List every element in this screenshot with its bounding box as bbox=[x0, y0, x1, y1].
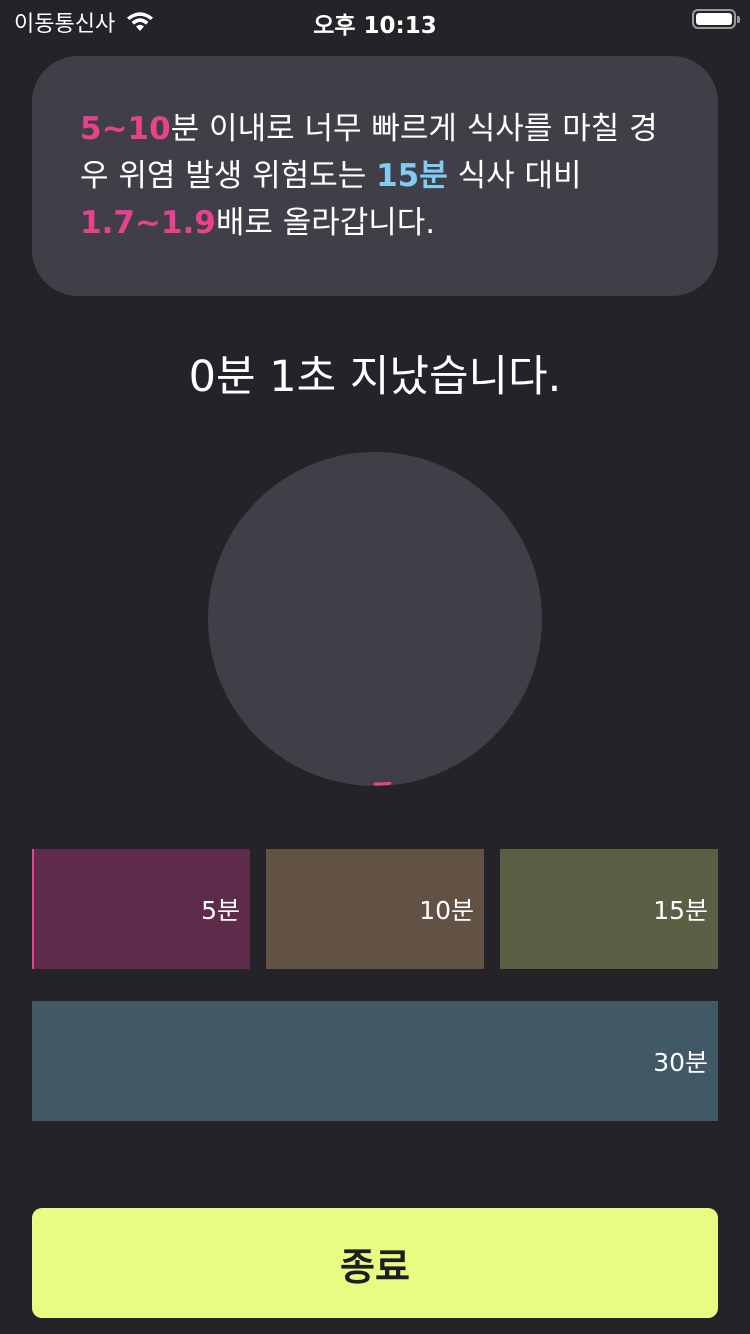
preset-5min-label: 5분 bbox=[201, 896, 240, 925]
info-text: 5~10분 이내로 너무 빠르게 식사를 마칠 경우 위염 발생 위험도는 15… bbox=[80, 106, 678, 247]
preset-5min-button[interactable]: 5분 bbox=[32, 849, 250, 969]
info-text-part2: 식사 대비 bbox=[447, 158, 582, 194]
end-button[interactable]: 종료 bbox=[32, 1208, 718, 1318]
preset-15min-button[interactable]: 15분 bbox=[500, 849, 718, 969]
timer-screen: 이동통신사 오후 10:13 5~10분 이내로 너무 빠르게 식사를 마칠 경… bbox=[0, 0, 750, 1334]
preset-30min-label: 30분 bbox=[653, 1048, 708, 1077]
info-highlight-minutes: 5~10 bbox=[80, 111, 171, 147]
timer-circle bbox=[208, 452, 542, 786]
timer-progress-arc bbox=[373, 781, 392, 786]
preset-10min-label: 10분 bbox=[419, 896, 474, 925]
timer-progress-ring bbox=[373, 781, 392, 786]
info-highlight-ratio: 1.7~1.9 bbox=[80, 205, 216, 241]
info-text-part3: 배로 올라갑니다. bbox=[215, 205, 436, 241]
preset-10min-button[interactable]: 10분 bbox=[266, 849, 484, 969]
battery-icon bbox=[692, 9, 740, 29]
preset-15min-label: 15분 bbox=[653, 896, 708, 925]
status-bar: 이동통신사 오후 10:13 bbox=[0, 0, 750, 40]
status-time: 오후 10:13 bbox=[313, 13, 437, 39]
elapsed-time-label: 0분 1초 지났습니다. bbox=[188, 352, 562, 402]
info-card: 5~10분 이내로 너무 빠르게 식사를 마칠 경우 위염 발생 위험도는 15… bbox=[32, 56, 718, 296]
info-highlight-reference: 15분 bbox=[376, 158, 448, 194]
preset-30min-button[interactable]: 30분 bbox=[32, 1001, 718, 1121]
